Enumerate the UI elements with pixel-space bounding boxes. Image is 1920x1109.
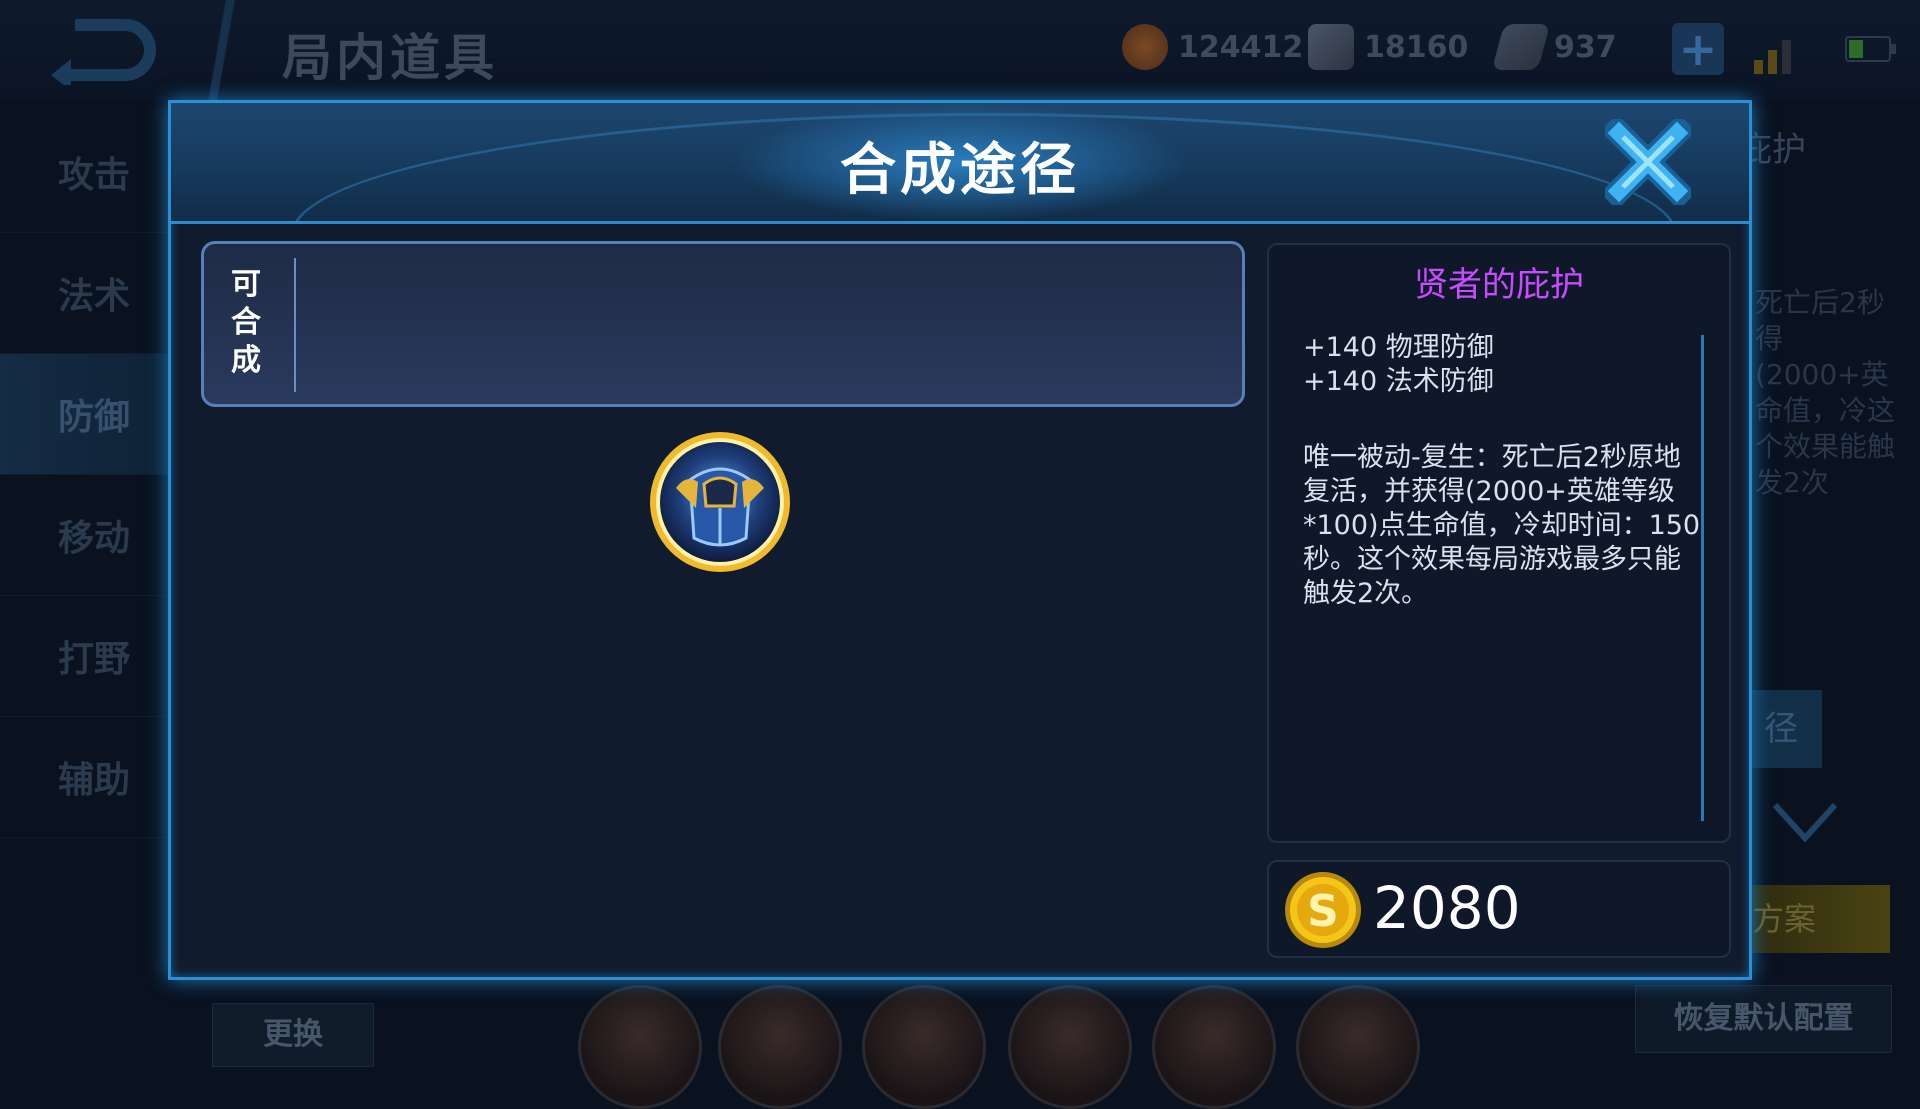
category-sidebar: 攻击 法术 防御 移动 打野 辅助 [0, 112, 170, 838]
category-jungle[interactable]: 打野 [0, 596, 170, 717]
change-button[interactable]: 更换 [212, 1003, 374, 1067]
equipment-slot[interactable] [862, 985, 986, 1109]
diamond-currency: 18160 [1308, 24, 1468, 70]
equipment-slot[interactable] [1008, 985, 1132, 1109]
dialog-header: 合成途径 [171, 103, 1749, 224]
item-stat: +140 物理防御 [1303, 332, 1494, 363]
bg-item-desc: 死亡后2秒得(2000+英命值，冷这个效果能触发2次 [1755, 286, 1896, 499]
bg-synthesis-button[interactable]: 径 [1740, 690, 1822, 768]
equipment-slot[interactable] [1152, 985, 1276, 1109]
gold-coin-icon [1122, 24, 1168, 70]
item-armor-icon[interactable] [646, 428, 794, 576]
category-magic[interactable]: 法术 [0, 233, 170, 354]
svg-text:S: S [1307, 886, 1339, 937]
synthesis-path-dialog: 合成途径 可合成 贤者的庇护 +140 物理防御 +140 法术防御 唯一被动-… [168, 100, 1752, 980]
divider [294, 258, 296, 392]
gold-coin-icon: S [1285, 872, 1361, 948]
voucher-currency: 937 [1491, 24, 1617, 70]
price-panel: S 2080 [1267, 860, 1731, 958]
synthesizable-panel: 可合成 [201, 241, 1245, 407]
synthesizable-label: 可合成 [231, 267, 261, 378]
equipment-slot[interactable] [718, 985, 842, 1109]
title-divider [190, 0, 260, 100]
category-movement[interactable]: 移动 [0, 475, 170, 596]
item-info-panel: 贤者的庇护 +140 物理防御 +140 法术防御 唯一被动-复生：死亡后2秒原… [1267, 243, 1731, 843]
item-stat: +140 法术防御 [1303, 366, 1494, 397]
add-currency-button[interactable]: + [1672, 23, 1724, 75]
restore-default-button[interactable]: 恢复默认配置 [1635, 985, 1892, 1053]
voucher-icon [1491, 24, 1551, 70]
item-description: 唯一被动-复生：死亡后2秒原地复活，并获得(2000+英雄等级*100)点生命值… [1303, 442, 1701, 609]
item-price: 2080 [1373, 874, 1521, 942]
page-title: 局内道具 [282, 29, 498, 87]
signal-icon [1754, 40, 1791, 74]
category-defense[interactable]: 防御 [0, 354, 170, 475]
bg-plan-button[interactable]: 方案 [1740, 885, 1890, 953]
close-icon[interactable] [1605, 119, 1691, 205]
voucher-amount: 937 [1554, 29, 1617, 65]
chevron-down-icon[interactable] [1770, 800, 1840, 845]
back-arrow-icon[interactable] [45, 15, 160, 85]
diamond-icon [1308, 24, 1354, 70]
dialog-title: 合成途径 [840, 138, 1080, 203]
gold-currency: 124412 [1122, 24, 1303, 70]
item-stats: +140 物理防御 +140 法术防御 [1303, 331, 1494, 399]
scrollbar[interactable] [1701, 335, 1704, 821]
gold-amount: 124412 [1178, 29, 1304, 65]
item-name: 贤者的庇护 [1414, 265, 1584, 305]
equipment-slot[interactable] [1296, 985, 1420, 1109]
battery-icon [1845, 36, 1896, 62]
category-support[interactable]: 辅助 [0, 717, 170, 838]
equipment-slot[interactable] [578, 985, 702, 1109]
diamond-amount: 18160 [1364, 29, 1469, 65]
category-attack[interactable]: 攻击 [0, 112, 170, 233]
